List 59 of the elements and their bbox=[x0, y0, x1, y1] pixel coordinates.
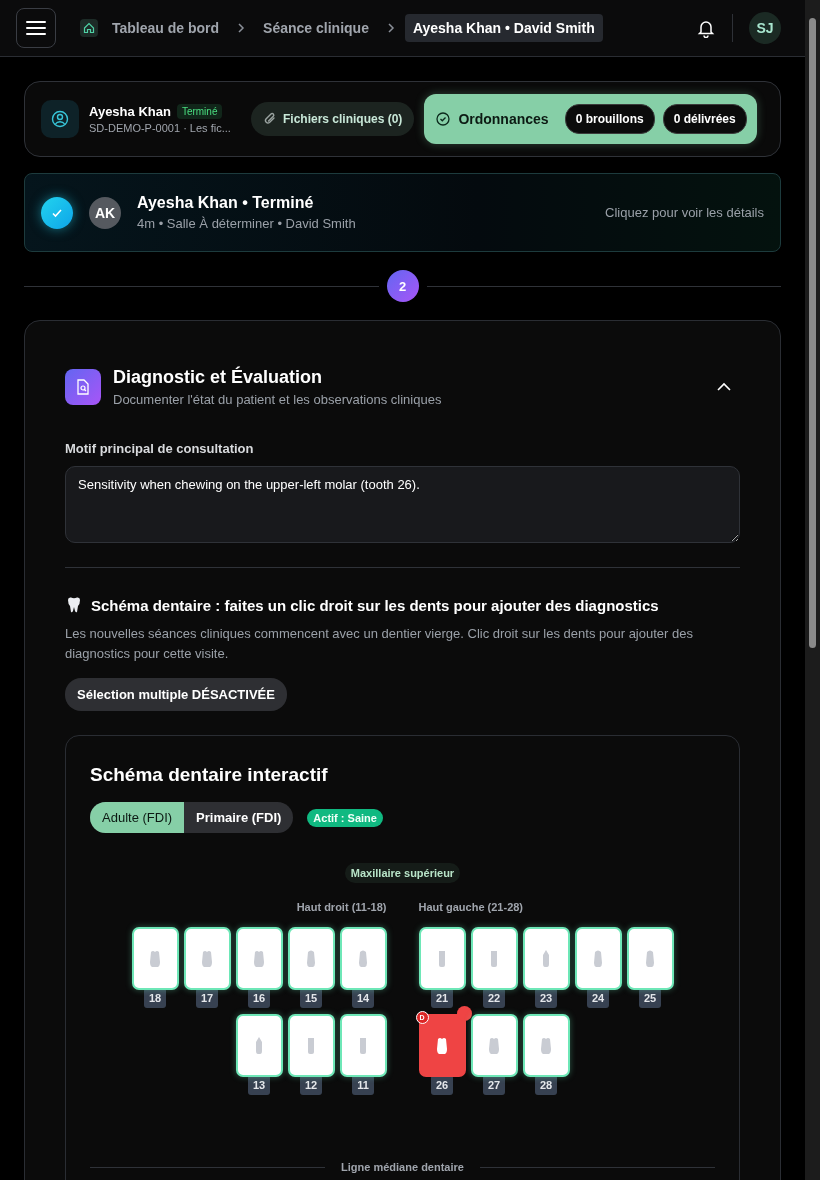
field-label: Motif principal de consultation bbox=[65, 441, 255, 456]
premolar-tooth-icon bbox=[591, 949, 605, 968]
paperclip-icon bbox=[263, 111, 277, 127]
breadcrumb-link[interactable]: Ayesha Khan • David Smith bbox=[404, 14, 603, 42]
quadrant-label: Haut gauche (21-28) bbox=[418, 901, 524, 913]
step-number: 2 bbox=[386, 270, 419, 302]
scrollbar[interactable] bbox=[805, 0, 820, 1180]
details-hint: Cliquez pour voir les détails bbox=[605, 205, 764, 220]
chevron-right-icon bbox=[386, 22, 395, 34]
quadrant-label: Haut droit (11-18) bbox=[296, 901, 387, 913]
breadcrumb-link[interactable]: Séance clinique bbox=[255, 14, 377, 42]
user-icon bbox=[41, 100, 79, 138]
chevron-right-icon bbox=[237, 22, 246, 34]
arch-label: Maxillaire supérieur bbox=[344, 863, 461, 883]
tooth-icon bbox=[65, 596, 83, 614]
bell-icon[interactable] bbox=[696, 18, 716, 38]
patient-avatar: AK bbox=[89, 196, 121, 229]
menu-icon bbox=[26, 20, 46, 36]
molar-tooth-icon bbox=[487, 1036, 501, 1055]
molar-tooth-icon bbox=[252, 949, 266, 968]
session-meta: 4m • Salle À déterminer • David Smith bbox=[137, 216, 357, 231]
patient-id: SD-DEMO-P-0001 · Les fic... bbox=[89, 122, 232, 134]
dentition-tab[interactable]: Primaire (FDI) bbox=[184, 802, 294, 833]
premolar-tooth-icon bbox=[643, 949, 657, 968]
molar-tooth-icon bbox=[200, 949, 214, 968]
session-title: Ayesha Khan • Terminé bbox=[137, 194, 315, 212]
tooth-number: 11 bbox=[352, 1075, 374, 1095]
molar-tooth-icon bbox=[435, 1036, 449, 1055]
collapse-chevron-icon[interactable] bbox=[716, 382, 732, 392]
chart-heading: Schéma dentaire : faites un clic droit sur les dents pour ajouter des diagnostics bbox=[91, 596, 659, 614]
prescriptions-label: Ordonnances bbox=[458, 111, 549, 127]
clinical-files-button[interactable]: Fichiers cliniques (0) bbox=[251, 102, 415, 136]
check-circle-icon bbox=[436, 112, 451, 126]
patient-name: Ayesha Khan bbox=[89, 104, 171, 119]
menu-button[interactable] bbox=[16, 8, 56, 48]
molar-tooth-icon bbox=[148, 949, 162, 968]
complaint-field[interactable]: Sensitivity when chewing on the upper-left molar (tooth 26). bbox=[65, 466, 740, 543]
home-icon bbox=[80, 19, 98, 37]
chart-description: Les nouvelles séances cliniques commencent avec un dentier vierge. Clic droit sur les dents pour ajouter des diagnostics pour cette visite. bbox=[65, 625, 694, 663]
status-badge: Terminé bbox=[176, 104, 223, 119]
scrollbar-thumb[interactable] bbox=[809, 18, 816, 648]
multi-select-toggle[interactable]: Sélection multiple DÉSACTIVÉE bbox=[65, 678, 287, 711]
active-status-badge: Actif : Saine bbox=[307, 808, 383, 827]
document-search-icon bbox=[65, 369, 101, 405]
user-avatar[interactable]: SJ bbox=[749, 12, 781, 44]
midline-label: Ligne médiane dentaire bbox=[341, 1161, 464, 1173]
count-badge: 0 brouillons bbox=[564, 104, 655, 134]
chart-title: Schéma dentaire interactif bbox=[90, 764, 329, 786]
premolar-tooth-icon bbox=[356, 949, 370, 968]
molar-tooth-icon bbox=[539, 1036, 553, 1055]
breadcrumb-link[interactable]: Tableau de bord bbox=[104, 14, 228, 42]
section-subtitle: Documenter l'état du patient et les observations cliniques bbox=[113, 392, 443, 407]
count-badge: 0 délivrées bbox=[662, 104, 747, 134]
session-card[interactable]: AK Ayesha Khan • Terminé 4m • Salle À déterminer • David Smith Cliquez pour voir les détails bbox=[24, 173, 781, 252]
premolar-tooth-icon bbox=[304, 949, 318, 968]
dentition-tab[interactable]: Adulte (FDI) bbox=[90, 802, 185, 833]
tooth-button[interactable] bbox=[418, 1014, 466, 1077]
section-title: Diagnostic et Évaluation bbox=[113, 367, 324, 388]
prescriptions-panel[interactable]: Ordonnances 0 brouillons 0 délivrées bbox=[424, 94, 757, 144]
